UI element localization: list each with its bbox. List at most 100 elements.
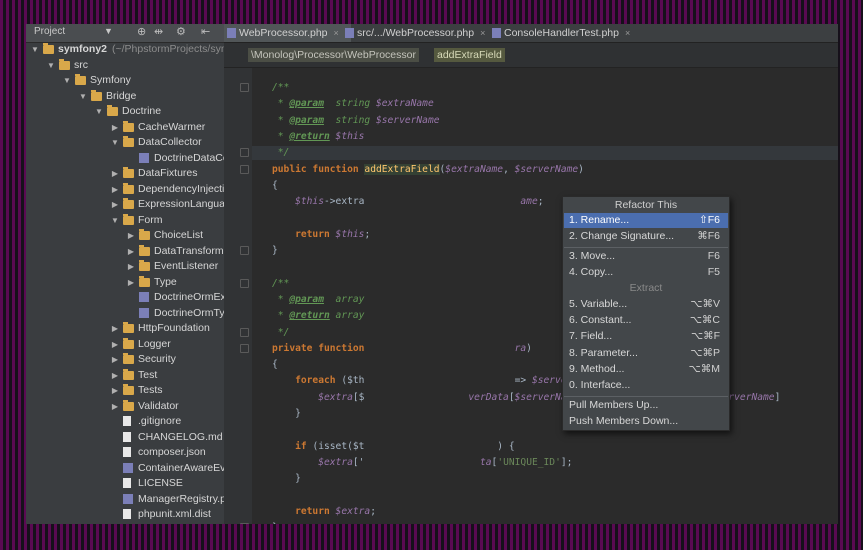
fold-marker-icon[interactable] <box>240 327 249 337</box>
tree-item[interactable]: ▶ Tests <box>26 383 224 399</box>
fold-marker-icon[interactable] <box>240 148 249 158</box>
tree-item[interactable]: DoctrineOrmExtension <box>26 290 224 306</box>
menu-item[interactable]: 8. Parameter... ⌥⌘P <box>564 346 728 361</box>
menu-item[interactable]: 6. Constant... ⌥⌘C <box>564 313 728 328</box>
tree-item[interactable]: phpunit.xml.dist <box>26 507 224 523</box>
menu-item[interactable]: 9. Method... ⌥⌘M <box>564 362 728 377</box>
menu-item[interactable]: 4. Copy... F5 <box>564 265 728 280</box>
collapsed-arrow-icon[interactable]: ▶ <box>126 275 136 291</box>
menu-item[interactable]: 0. Interface... <box>564 378 728 393</box>
tree-item[interactable]: ContainerAwareEventManager.php <box>26 461 224 477</box>
fold-marker-icon[interactable] <box>240 278 249 288</box>
expanded-arrow-icon[interactable]: ▼ <box>94 104 104 120</box>
tree-item-label: DataFixtures <box>138 167 198 179</box>
collapsed-arrow-icon[interactable]: ▶ <box>126 259 136 275</box>
tree-item[interactable]: ▶ Test <box>26 368 224 384</box>
collapsed-arrow-icon[interactable]: ▶ <box>110 352 120 368</box>
tree-item[interactable]: ▶ HttpFoundation <box>26 321 224 337</box>
tree-item[interactable]: ▶ Security <box>26 352 224 368</box>
tree-item[interactable]: ▼ Bridge <box>26 89 224 105</box>
tree-item[interactable]: ▶ DataTransformer <box>26 244 224 260</box>
menu-item[interactable]: Push Members Down... <box>564 414 728 429</box>
expanded-arrow-icon[interactable]: ▼ <box>110 213 120 229</box>
expanded-arrow-icon[interactable]: ▼ <box>30 42 40 58</box>
project-view-selector[interactable]: Project <box>34 26 65 37</box>
breadcrumb-method[interactable]: addExtraField <box>434 48 505 62</box>
tree-item[interactable]: ▼ Form <box>26 213 224 229</box>
editor-tabs: WebProcessor.php × src/.../WebProcessor.ph… <box>224 24 838 43</box>
expanded-arrow-icon[interactable]: ▼ <box>78 89 88 105</box>
tree-item[interactable]: ▶ DependencyInjection <box>26 182 224 198</box>
collapsed-arrow-icon[interactable]: ▶ <box>110 383 120 399</box>
tree-item-label: Logger <box>138 337 171 350</box>
collapse-icon[interactable]: ⇤ <box>201 25 210 38</box>
menu-item[interactable]: 2. Change Signature... ⌘F6 <box>564 229 728 244</box>
code-token: (isset($t <box>312 440 365 452</box>
tree-item[interactable]: ▼ Symfony <box>26 73 224 89</box>
collapsed-arrow-icon[interactable]: ▶ <box>126 228 136 244</box>
collapsed-arrow-icon[interactable]: ▶ <box>110 321 120 337</box>
collapsed-arrow-icon[interactable]: ▶ <box>110 166 120 182</box>
tree-item[interactable]: ▶ Validator <box>26 399 224 415</box>
tree-item[interactable]: CHANGELOG.md <box>26 430 224 446</box>
expanded-arrow-icon[interactable]: ▼ <box>110 135 120 151</box>
collapsed-arrow-icon[interactable]: ▶ <box>110 368 120 384</box>
code-token: $serverName <box>375 114 440 126</box>
fold-marker-icon[interactable] <box>240 246 249 255</box>
collapsed-arrow-icon[interactable]: ▶ <box>110 120 120 136</box>
fold-marker-icon[interactable] <box>240 343 249 353</box>
code-line: { <box>272 179 278 192</box>
tree-item[interactable]: ▶ EventListener <box>26 259 224 275</box>
tree-item[interactable]: ▶ Logger <box>26 337 224 353</box>
folder-icon <box>123 120 134 132</box>
fold-marker-icon[interactable] <box>240 164 249 174</box>
tree-item[interactable]: ▼ src <box>26 58 224 74</box>
menu-item[interactable]: 1. Rename... ⇧F6 <box>564 213 728 228</box>
tree-item[interactable]: ▼ DataCollector <box>26 135 224 151</box>
close-icon[interactable]: × <box>334 28 339 38</box>
collapsed-arrow-icon[interactable]: ▶ <box>110 337 120 353</box>
code-token: [$ <box>352 391 365 403</box>
tree-item[interactable]: ▶ CacheWarmer <box>26 120 224 136</box>
split-icon[interactable]: ⇹ <box>154 25 163 38</box>
collapsed-arrow-icon[interactable]: ▶ <box>110 197 120 213</box>
close-icon[interactable]: × <box>625 28 630 38</box>
tree-item[interactable]: ▶ Type <box>26 275 224 291</box>
menu-item[interactable]: Pull Members Up... <box>564 398 728 413</box>
expanded-arrow-icon[interactable]: ▼ <box>46 58 56 74</box>
tab-2[interactable]: ConsoleHandlerTest.php × <box>489 24 654 42</box>
tree-item[interactable]: composer.json <box>26 445 224 461</box>
target-icon[interactable]: ⊕ <box>137 25 146 38</box>
tree-item[interactable]: DoctrineDataCollector <box>26 151 224 167</box>
menu-item[interactable]: 7. Field... ⌥⌘F <box>564 329 728 344</box>
collapsed-arrow-icon[interactable]: ▶ <box>110 399 120 415</box>
code-token: ) <box>578 163 584 175</box>
code-line: * @param array <box>272 293 365 306</box>
close-icon[interactable]: × <box>480 28 485 38</box>
breadcrumb-class[interactable]: \Monolog\Processor\WebProcessor <box>248 48 419 62</box>
tree-item[interactable]: ▶ ChoiceList <box>26 228 224 244</box>
tree-item[interactable]: ▶ ExpressionLanguage <box>26 197 224 213</box>
tree-item[interactable]: DoctrineOrmTypeGuesser <box>26 306 224 322</box>
collapsed-arrow-icon[interactable]: ▶ <box>110 182 120 198</box>
tree-item[interactable]: ▼ symfony2 (~/PhpstormProjects/symfony <box>26 42 224 58</box>
tree-item[interactable]: ▶ DataFixtures <box>26 166 224 182</box>
gear-icon[interactable]: ⚙ <box>176 25 186 38</box>
tree-item[interactable]: ▼ Doctrine <box>26 104 224 120</box>
code-token: array <box>329 310 365 322</box>
expanded-arrow-icon[interactable]: ▼ <box>62 73 72 89</box>
collapsed-arrow-icon[interactable]: ▶ <box>126 244 136 260</box>
tab-1[interactable]: src/.../WebProcessor.php × <box>342 24 498 42</box>
menu-item[interactable]: 5. Variable... ⌥⌘V <box>564 297 728 312</box>
tree-item[interactable]: LICENSE <box>26 476 224 492</box>
fold-marker-icon[interactable] <box>240 83 249 92</box>
fold-marker-icon[interactable] <box>240 523 249 524</box>
code-editor[interactable]: /** * @param string $extraName * @param … <box>224 68 838 524</box>
tab-0[interactable]: WebProcessor.php × <box>224 24 351 42</box>
chevron-down-icon[interactable]: ▼ <box>104 26 113 36</box>
code-line: $this->extra ame; <box>272 195 543 208</box>
tree-item[interactable]: .gitignore <box>26 414 224 430</box>
menu-item[interactable]: 3. Move... F6 <box>564 249 728 264</box>
tree-item[interactable]: ManagerRegistry.php <box>26 492 224 508</box>
